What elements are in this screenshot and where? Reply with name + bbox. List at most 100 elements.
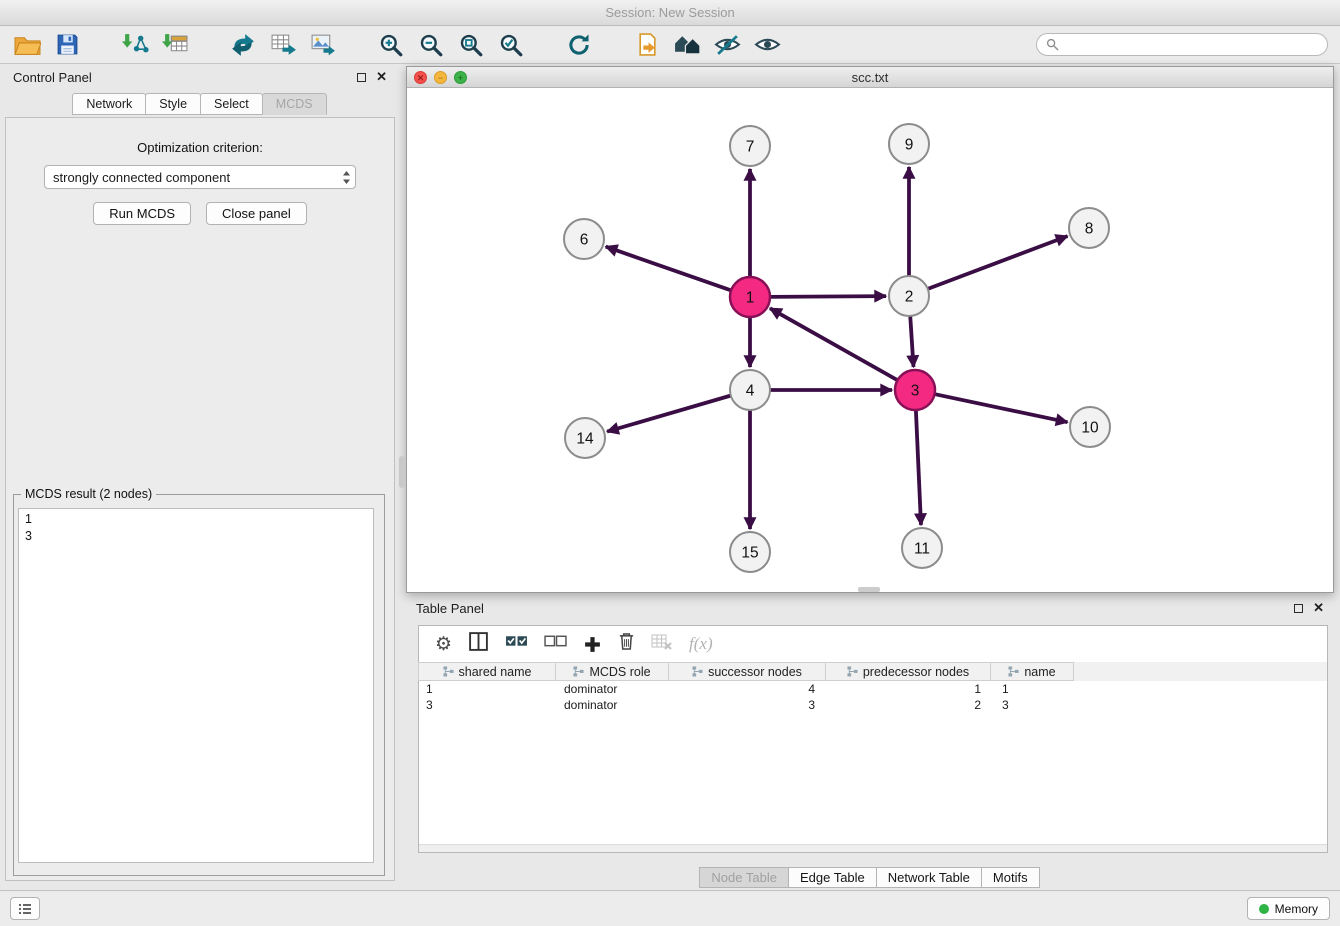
edge-2-3[interactable] xyxy=(910,314,913,367)
network-canvas[interactable]: 7 9 6 8 1 2 4 3 14 10 15 11 xyxy=(407,88,1333,592)
control-panel-title: Control Panel xyxy=(13,70,92,85)
column-label: successor nodes xyxy=(708,665,802,679)
svg-text:4: 4 xyxy=(746,383,755,400)
node-6[interactable]: 6 xyxy=(564,219,604,259)
column-header-shared-name[interactable]: shared name xyxy=(418,662,556,681)
network-window-titlebar[interactable]: ✕ − + scc.txt xyxy=(407,67,1333,88)
column-header-mcds-role[interactable]: MCDS role xyxy=(555,662,669,681)
edge-2-8[interactable] xyxy=(926,236,1068,290)
tab-edge-table[interactable]: Edge Table xyxy=(788,867,877,888)
import-network-icon[interactable] xyxy=(120,31,150,59)
open-session-icon[interactable] xyxy=(632,31,662,59)
maximize-window-icon[interactable]: + xyxy=(454,71,467,84)
search-input[interactable] xyxy=(1064,38,1318,52)
svg-text:3: 3 xyxy=(911,383,920,400)
node-4[interactable]: 4 xyxy=(730,370,770,410)
node-9[interactable]: 9 xyxy=(889,124,929,164)
tab-mcds[interactable]: MCDS xyxy=(262,93,327,115)
save-session-icon[interactable] xyxy=(52,31,82,59)
node-3[interactable]: 3 xyxy=(895,370,935,410)
new-network-icon[interactable] xyxy=(228,31,258,59)
node-10[interactable]: 10 xyxy=(1070,407,1110,447)
column-header-name[interactable]: name xyxy=(990,662,1074,681)
column-label: predecessor nodes xyxy=(863,665,969,679)
minimize-window-icon[interactable]: − xyxy=(434,71,447,84)
run-mcds-button[interactable]: Run MCDS xyxy=(93,202,191,225)
node-11[interactable]: 11 xyxy=(902,528,942,568)
close-window-icon[interactable]: ✕ xyxy=(414,71,427,84)
tab-node-table[interactable]: Node Table xyxy=(699,867,789,888)
column-header-successor-nodes[interactable]: successor nodes xyxy=(668,662,826,681)
float-panel-icon[interactable] xyxy=(357,73,366,82)
edge-1-2[interactable] xyxy=(768,296,886,297)
zoom-out-icon[interactable] xyxy=(416,31,446,59)
mcds-result-title: MCDS result (2 nodes) xyxy=(21,487,156,501)
add-column-icon[interactable] xyxy=(583,635,602,654)
delete-column-trash-icon[interactable] xyxy=(618,632,635,656)
network-graph[interactable]: 7 9 6 8 1 2 4 3 14 10 15 11 xyxy=(407,88,1333,592)
scrollbar-thumb[interactable] xyxy=(858,587,880,592)
tab-motifs[interactable]: Motifs xyxy=(981,867,1040,888)
tab-select[interactable]: Select xyxy=(200,93,263,115)
mcds-result-text[interactable]: 1 3 xyxy=(18,508,374,863)
table-settings-gear-icon[interactable]: ⚙ xyxy=(435,635,452,654)
network-view-window: ✕ − + scc.txt 7 9 6 8 1 2 4 3 14 10 15 11 xyxy=(406,66,1334,593)
scrollbar-thumb[interactable] xyxy=(399,456,405,488)
zoom-fit-icon[interactable] xyxy=(456,31,486,59)
cell-mcds-role: dominator xyxy=(557,682,671,696)
list-icon xyxy=(17,902,33,916)
zoom-selected-icon[interactable] xyxy=(496,31,526,59)
export-table-icon[interactable] xyxy=(268,31,298,59)
edge-1-6[interactable] xyxy=(606,247,733,292)
delete-table-icon xyxy=(651,633,673,656)
main-toolbar xyxy=(0,26,1340,64)
criterion-dropdown[interactable]: strongly connected component xyxy=(44,165,356,189)
node-14[interactable]: 14 xyxy=(565,418,605,458)
close-panel-icon[interactable]: ✕ xyxy=(376,72,387,82)
table-row-2[interactable]: 3dominator323 xyxy=(419,697,1327,713)
function-builder-icon: f(x) xyxy=(689,634,713,654)
cell-successor-nodes: 4 xyxy=(671,682,829,696)
node-7[interactable]: 7 xyxy=(730,126,770,166)
tab-network[interactable]: Network xyxy=(72,93,146,115)
refresh-icon[interactable] xyxy=(564,31,594,59)
column-tree-icon xyxy=(1008,666,1019,677)
mcds-panel-body: Optimization criterion: strongly connect… xyxy=(5,117,395,881)
deselect-all-icon[interactable] xyxy=(544,634,567,654)
node-15[interactable]: 15 xyxy=(730,532,770,572)
memory-button[interactable]: Memory xyxy=(1247,897,1330,920)
optimization-criterion-label: Optimization criterion: xyxy=(6,140,394,155)
close-panel-button[interactable]: Close panel xyxy=(206,202,307,225)
node-1[interactable]: 1 xyxy=(730,277,770,317)
zoom-in-icon[interactable] xyxy=(376,31,406,59)
table-row-1[interactable]: 1dominator411 xyxy=(419,681,1327,697)
svg-text:7: 7 xyxy=(746,139,755,156)
svg-text:8: 8 xyxy=(1085,221,1094,238)
svg-text:10: 10 xyxy=(1081,420,1099,437)
table-panel-header: Table Panel ✕ xyxy=(406,595,1334,621)
edge-4-14[interactable] xyxy=(607,395,733,432)
float-table-panel-icon[interactable] xyxy=(1294,604,1303,613)
task-history-button[interactable] xyxy=(10,897,40,920)
open-folder-icon[interactable] xyxy=(12,31,42,59)
select-all-icon[interactable] xyxy=(505,634,528,654)
close-table-panel-icon[interactable]: ✕ xyxy=(1313,603,1324,613)
search-field[interactable] xyxy=(1036,33,1328,56)
node-8[interactable]: 8 xyxy=(1069,208,1109,248)
export-image-icon[interactable] xyxy=(308,31,338,59)
show-graphics-eye-icon[interactable] xyxy=(752,31,782,59)
table-horizontal-scrollbar[interactable] xyxy=(419,844,1327,852)
edge-3-11[interactable] xyxy=(916,408,921,525)
cell-shared-name: 3 xyxy=(419,698,557,712)
node-2[interactable]: 2 xyxy=(889,276,929,316)
window-title: Session: New Session xyxy=(605,5,734,20)
tab-network-table[interactable]: Network Table xyxy=(876,867,982,888)
edge-3-1[interactable] xyxy=(770,308,899,381)
edge-3-10[interactable] xyxy=(933,394,1068,423)
tab-style[interactable]: Style xyxy=(145,93,201,115)
style-visibility-icon[interactable] xyxy=(712,31,742,59)
column-header-predecessor-nodes[interactable]: predecessor nodes xyxy=(825,662,991,681)
network-analyzer-home-icon[interactable] xyxy=(672,31,702,59)
show-columns-icon[interactable] xyxy=(468,631,489,657)
import-table-icon[interactable] xyxy=(160,31,190,59)
